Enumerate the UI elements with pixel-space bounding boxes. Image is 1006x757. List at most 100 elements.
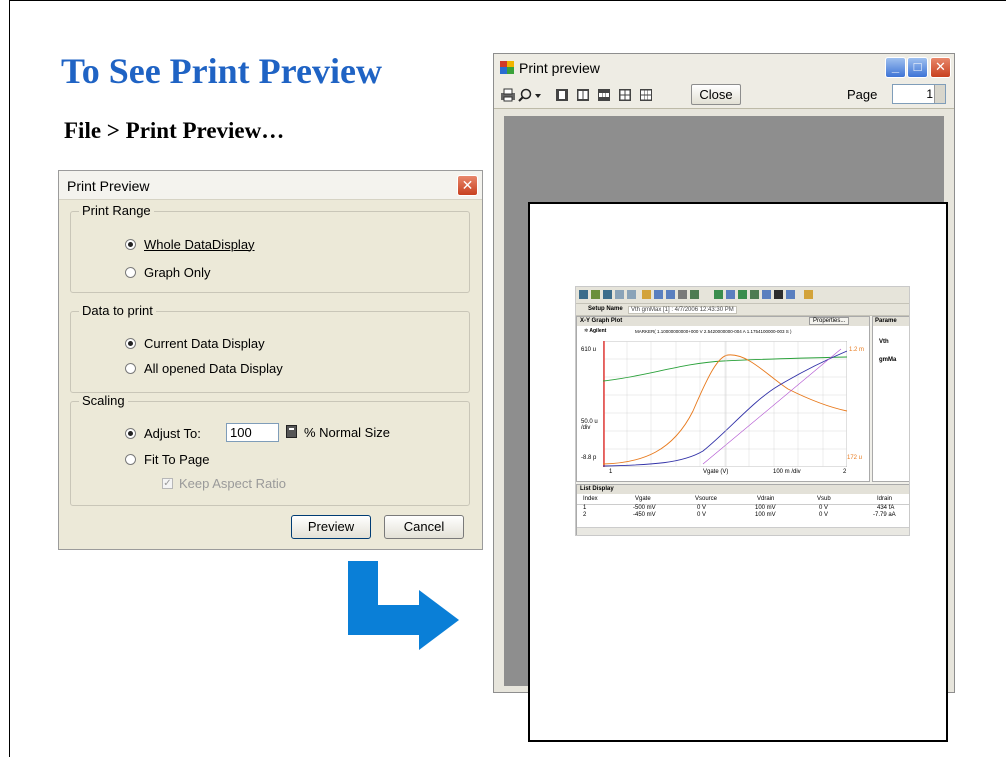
list-header: Vsource [695, 496, 718, 502]
y-axis-top-label: 610 u [581, 347, 597, 353]
list-header-row: Index Vgate Vsource Vdrain Vsub Idrain [577, 496, 909, 505]
list-cell: 0 V [697, 505, 707, 511]
list-cell: 1 [583, 505, 587, 511]
zoom-icon[interactable] [518, 88, 532, 102]
arrow-bar [348, 605, 420, 635]
embedded-toolbar [576, 287, 909, 304]
radio-button[interactable] [125, 266, 136, 278]
dialog-title: Print Preview [67, 178, 150, 194]
chevron-down-icon[interactable] [534, 88, 542, 102]
radio-button[interactable] [125, 238, 136, 250]
list-header: Vdrain [757, 496, 775, 502]
checkbox-label: Keep Aspect Ratio [179, 476, 286, 491]
list-cell: -450 mV [633, 512, 656, 518]
page-number-stepper[interactable]: 1 [892, 84, 946, 104]
graph-header: X-Y Graph Plot Properties... [577, 317, 869, 326]
adjust-percent-input[interactable]: 100 [226, 423, 279, 442]
radio-adjust-to[interactable]: Adjust To: [125, 424, 201, 442]
graph-title: X-Y Graph Plot [580, 318, 623, 324]
list-cell: 0 V [819, 505, 829, 511]
y-axis-bottom-label: -8.8 p [581, 455, 597, 461]
normal-size-label: % Normal Size [304, 425, 390, 440]
list-cell: 0 V [819, 512, 829, 518]
parameters-title: Parame [875, 318, 897, 324]
list-cell: 434 fA [877, 505, 895, 511]
radio-fit-to-page[interactable]: Fit To Page [125, 450, 210, 468]
window-title: Print preview [519, 60, 600, 76]
slide-title: To See Print Preview [61, 51, 382, 91]
list-header: Vsub [817, 496, 831, 502]
four-pages-icon[interactable] [618, 88, 632, 102]
keep-aspect-ratio-checkbox[interactable]: ✓ Keep Aspect Ratio [162, 476, 286, 491]
scaling-legend: Scaling [79, 393, 128, 408]
y2-axis-bottom-label: -172 u [845, 455, 863, 461]
list-cell: 0 V [697, 512, 707, 518]
scaling-group: Scaling Adjust To: 100 % Normal Size Fit… [70, 393, 470, 506]
close-button[interactable]: Close [691, 84, 741, 105]
list-cell: -500 mV [633, 505, 656, 511]
embedded-toolbar-icons [579, 290, 813, 299]
checkbox[interactable]: ✓ [162, 478, 173, 489]
x-axis-label: Vgate (V) [703, 469, 729, 475]
embedded-graph-panel: X-Y Graph Plot Properties... ✲ Agilent M… [576, 316, 870, 482]
maximize-icon[interactable]: □ [907, 57, 928, 78]
y2-axis-top-label: 1.2 m [849, 347, 865, 353]
x-axis-end-label: 2 [843, 469, 847, 475]
properties-button[interactable]: Properties... [809, 317, 850, 325]
list-scrollbar[interactable] [577, 527, 909, 535]
radio-button[interactable] [125, 362, 136, 374]
x-axis-div-label: 100 m /div [773, 469, 801, 475]
preview-toolbar: Close Page 1 [494, 82, 954, 109]
table-row: 2 -450 mV 0 V 100 mV 0 V -7.79 aA [577, 512, 909, 519]
radio-button[interactable] [125, 427, 136, 439]
dialog-close-icon[interactable]: ✕ [457, 175, 478, 196]
agilent-logo: ✲ Agilent [584, 328, 607, 334]
calculator-icon[interactable] [286, 425, 297, 438]
preview-page: Setup Name Vth gmMax [1] : 4/7/2006 12:4… [528, 202, 948, 742]
one-page-icon[interactable] [555, 88, 569, 102]
param-gmmax: gmMa [879, 357, 897, 363]
three-pages-icon[interactable] [597, 88, 611, 102]
radio-current-data-display[interactable]: Current Data Display [125, 334, 265, 352]
window-titlebar: Print preview _ □ ✕ [494, 54, 954, 82]
radio-all-opened-data-display[interactable]: All opened Data Display [125, 359, 283, 377]
radio-graph-only[interactable]: Graph Only [125, 263, 210, 281]
two-pages-icon[interactable] [576, 88, 590, 102]
radio-button[interactable] [125, 337, 136, 349]
print-preview-window: Print preview _ □ ✕ Close Page 1 Setup N… [493, 53, 955, 742]
slide-subtitle: File > Print Preview… [64, 118, 285, 143]
print-preview-app-icon [500, 61, 514, 74]
list-header: Idrain [877, 496, 893, 502]
dialog-titlebar: Print Preview ✕ [59, 171, 482, 200]
page-label: Page [847, 87, 878, 102]
arrow-head [419, 590, 459, 650]
embedded-xy-plot [603, 341, 847, 467]
radio-whole-datadisplay[interactable]: Whole DataDisplay [125, 235, 255, 253]
cancel-button[interactable]: Cancel [384, 515, 464, 539]
minimize-icon[interactable]: _ [885, 57, 906, 78]
radio-label: Fit To Page [144, 451, 210, 467]
param-vth: Vth [879, 339, 889, 345]
preview-area: Setup Name Vth gmMax [1] : 4/7/2006 12:4… [504, 116, 948, 742]
list-display-title: List Display [580, 486, 614, 492]
window-close-icon[interactable]: ✕ [930, 57, 951, 78]
preview-button[interactable]: Preview [291, 515, 371, 539]
list-header: Vgate [635, 496, 651, 502]
marker-text: MARKER( 1.10000000000+000 V 2.5420000000… [635, 329, 792, 334]
print-range-group: Print Range Whole DataDisplay Graph Only [70, 203, 470, 293]
radio-label: Whole DataDisplay [144, 236, 255, 252]
embedded-setup-row: Setup Name Vth gmMax [1] : 4/7/2006 12:4… [576, 304, 909, 316]
setup-name-tab: Setup Name [588, 306, 623, 312]
six-pages-icon[interactable] [639, 88, 653, 102]
embedded-list-display: List Display Index Vgate Vsource Vdrain … [576, 484, 909, 535]
radio-label: All opened Data Display [144, 360, 283, 376]
print-icon[interactable] [500, 88, 516, 102]
radio-label: Adjust To: [144, 425, 201, 441]
radio-label: Current Data Display [144, 335, 265, 351]
radio-button[interactable] [125, 453, 136, 465]
radio-label: Graph Only [144, 264, 211, 280]
table-row: 1 -500 mV 0 V 100 mV 0 V 434 fA [577, 505, 909, 512]
list-cell: 2 [583, 512, 587, 518]
data-to-print-legend: Data to print [79, 303, 156, 318]
x-axis-start-label: 1 [609, 469, 613, 475]
